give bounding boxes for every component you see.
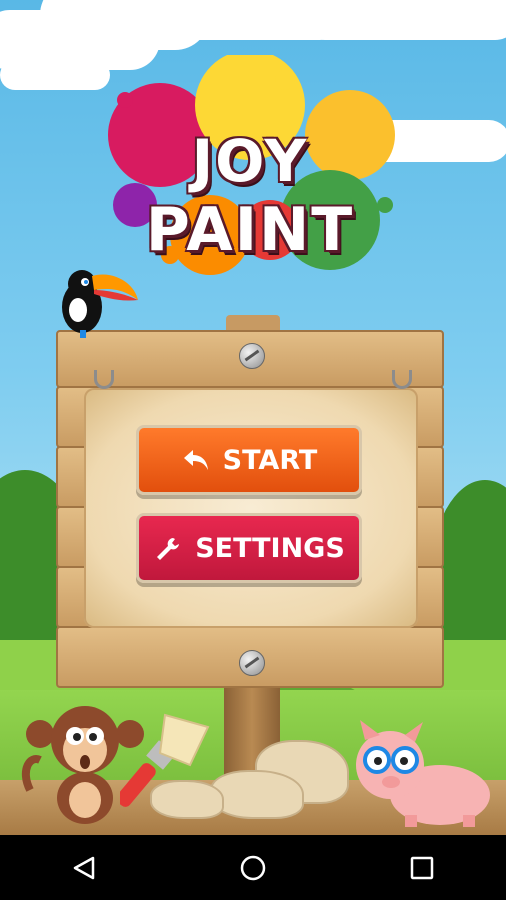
- toucan-icon: [62, 270, 138, 338]
- cloud: [300, 0, 506, 40]
- wooden-sign-board: START SETTINGS: [56, 330, 444, 690]
- screw-icon: [239, 343, 265, 369]
- start-button[interactable]: START: [136, 425, 362, 495]
- rock: [210, 770, 304, 819]
- recent-square-icon: [410, 856, 433, 879]
- settings-button[interactable]: SETTINGS: [136, 513, 362, 583]
- parchment-panel: START SETTINGS: [84, 370, 418, 628]
- logo-title-line2: PAINT: [145, 195, 355, 265]
- undo-arrow-icon: [183, 450, 208, 470]
- home-circle-icon: [240, 855, 266, 880]
- wrench-icon: [157, 538, 180, 560]
- cloud: [0, 60, 110, 90]
- hook-icon: [94, 370, 114, 389]
- pig-icon: [356, 720, 490, 827]
- nav-back-button[interactable]: [54, 838, 114, 898]
- screw-icon: [239, 650, 265, 676]
- game-logo: JOY PAINT: [100, 55, 400, 275]
- back-triangle-icon: [74, 856, 95, 879]
- rock: [150, 780, 224, 819]
- game-scene: JOY PAINT START SETTINGS: [0, 0, 506, 835]
- start-button-label: START: [222, 444, 318, 476]
- logo-title-line1: JOY: [191, 127, 309, 195]
- system-navigation-bar: [0, 835, 506, 900]
- nav-recent-button[interactable]: [392, 838, 452, 898]
- hook-icon: [392, 370, 412, 389]
- settings-button-label: SETTINGS: [195, 532, 345, 564]
- nav-home-button[interactable]: [223, 838, 283, 898]
